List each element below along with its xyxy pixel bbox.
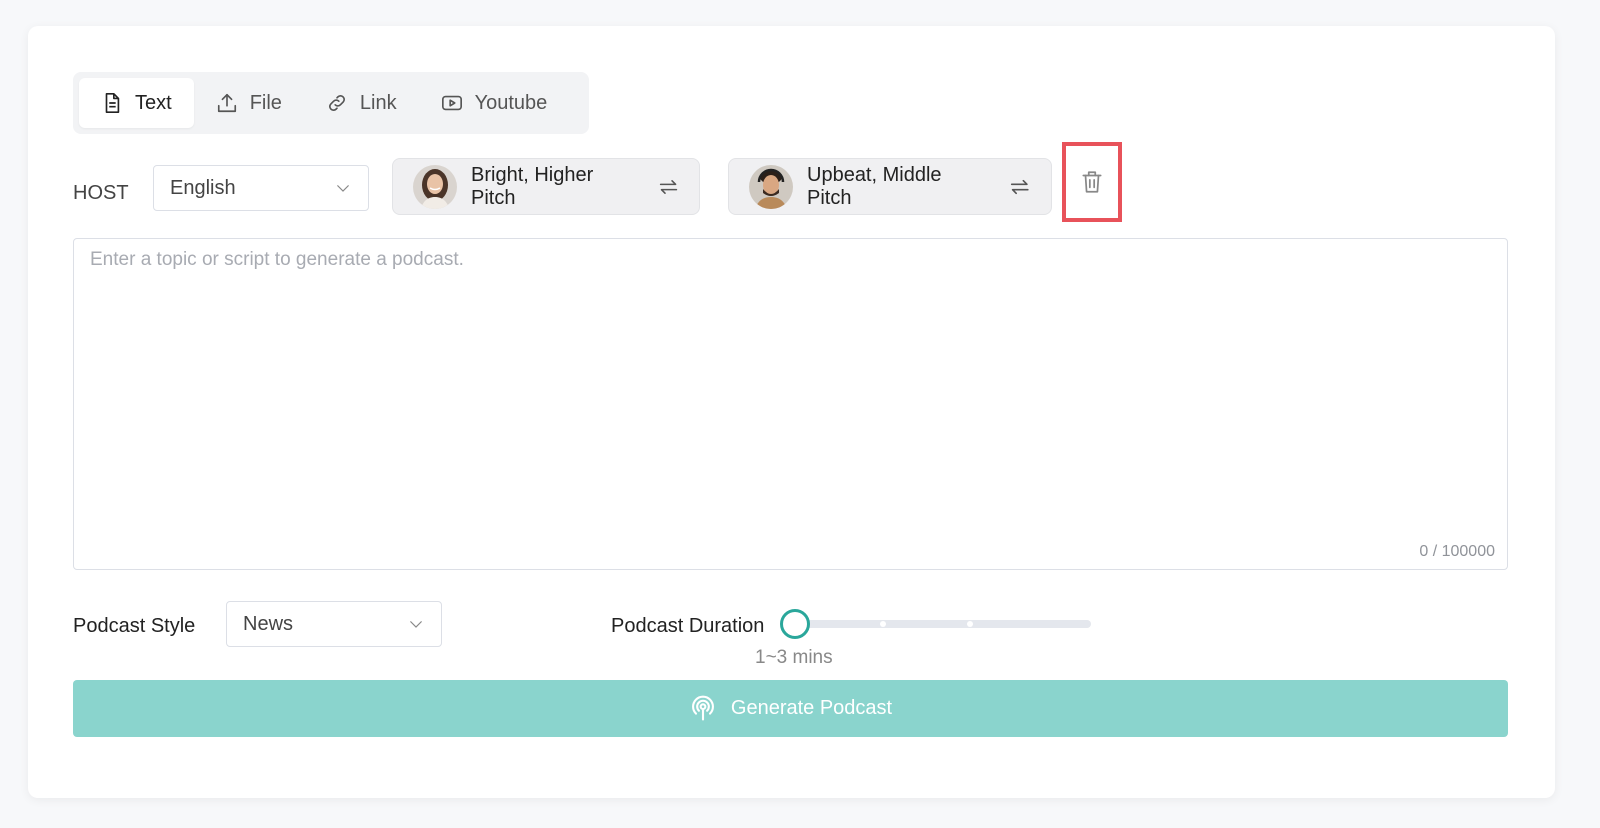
youtube-icon <box>441 95 462 111</box>
script-placeholder: Enter a topic or script to generate a po… <box>90 249 464 270</box>
host-label: HOST <box>73 182 129 204</box>
language-value: English <box>170 176 236 199</box>
trash-icon <box>1082 171 1102 193</box>
tab-youtube[interactable]: Youtube <box>419 78 570 128</box>
tab-label: Text <box>135 91 172 114</box>
chevron-down-icon <box>410 621 422 628</box>
link-icon <box>328 95 345 111</box>
tab-link[interactable]: Link <box>304 78 419 128</box>
document-icon <box>105 93 120 113</box>
delete-host-button[interactable] <box>1062 142 1122 222</box>
duration-value: 1~3 mins <box>755 647 833 668</box>
tab-label: File <box>249 91 282 114</box>
swap-icon[interactable] <box>658 176 679 198</box>
swap-icon[interactable] <box>1009 176 1031 198</box>
duration-slider-track[interactable] <box>795 620 1091 628</box>
podcast-style-label: Podcast Style <box>73 615 196 637</box>
character-counter: 0 / 100000 <box>1419 543 1495 560</box>
tab-label: Link <box>359 91 397 114</box>
tab-file[interactable]: File <box>194 78 304 128</box>
slider-stop <box>880 621 886 627</box>
host-voice-2[interactable]: Upbeat, Middle Pitch <box>728 158 1052 215</box>
podcast-icon <box>691 695 714 721</box>
voice-label: Upbeat, Middle Pitch <box>807 163 942 209</box>
podcast-style-select[interactable]: News <box>226 601 442 647</box>
language-select[interactable]: English <box>153 165 369 211</box>
generate-label: Generate Podcast <box>730 697 893 719</box>
avatar <box>749 164 793 209</box>
avatar <box>413 164 457 209</box>
slider-stop <box>967 621 973 627</box>
generate-podcast-button[interactable]: Generate Podcast <box>73 680 1508 737</box>
script-input[interactable]: Enter a topic or script to generate a po… <box>73 238 1508 570</box>
voice-label: Bright, Higher Pitch <box>471 163 594 209</box>
podcast-duration-label: Podcast Duration <box>611 615 765 637</box>
upload-icon <box>217 93 236 113</box>
host-voice-1[interactable]: Bright, Higher Pitch <box>392 158 700 215</box>
tab-text[interactable]: Text <box>79 78 194 128</box>
source-tabs: Text File Link Youtube <box>73 72 589 134</box>
podcast-style-value: News <box>243 612 294 635</box>
duration-slider-thumb[interactable] <box>780 609 810 639</box>
podcast-generator-card: Text File Link Youtube HOST English Brig… <box>28 26 1555 798</box>
tab-label: Youtube <box>474 91 548 114</box>
chevron-down-icon <box>337 185 349 192</box>
